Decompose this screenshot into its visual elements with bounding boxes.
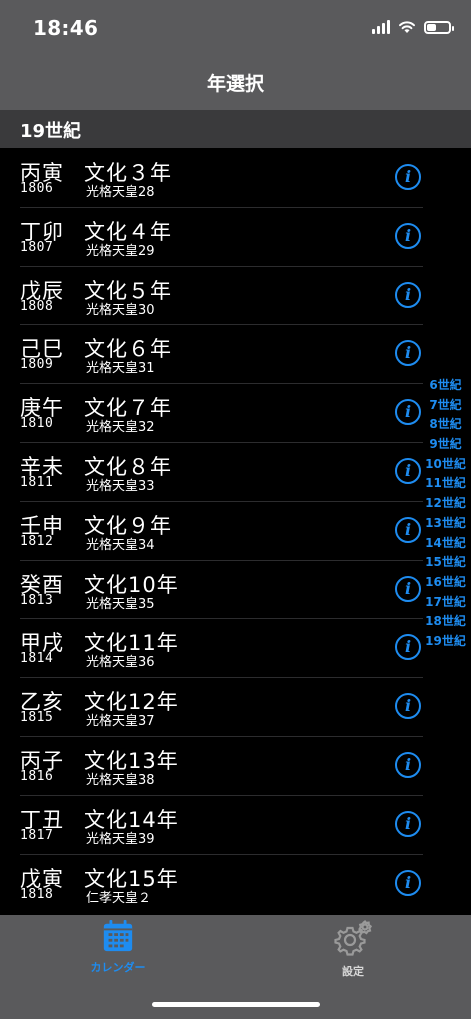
- section-index-item[interactable]: 12世紀: [425, 494, 466, 514]
- tab-settings-label: 設定: [342, 965, 364, 978]
- year-list[interactable]: 丙寅 1806 文化３年 光格天皇28 i 丁卯 1807 文化４年 光格天皇29 i 戊辰 1808…: [0, 148, 471, 915]
- gregorian-year: 1812: [20, 533, 54, 549]
- gregorian-year: 1808: [20, 298, 54, 314]
- info-circle-icon[interactable]: i: [395, 516, 421, 543]
- battery-icon: [424, 20, 454, 34]
- tab-calendar[interactable]: カレンダー: [58, 919, 178, 975]
- row-separator: [20, 206, 423, 208]
- gregorian-year: 1810: [20, 416, 54, 432]
- emperor-year: 光格天皇28: [86, 185, 155, 200]
- list-item[interactable]: 丙寅 1806 文化３年 光格天皇28 i: [0, 148, 471, 207]
- list-item[interactable]: 乙亥 1815 文化12年 光格天皇37 i: [0, 677, 471, 736]
- info-circle-icon[interactable]: i: [395, 164, 421, 190]
- tab-settings[interactable]: 設定: [293, 919, 413, 979]
- gear-icon: [334, 919, 373, 956]
- section-index-item[interactable]: 13世紀: [425, 514, 466, 534]
- section-index-item[interactable]: 9世紀: [429, 435, 461, 455]
- section-index-item[interactable]: 17世紀: [425, 593, 466, 613]
- status-time: 18:46: [33, 16, 99, 40]
- gregorian-year: 1816: [20, 769, 54, 784]
- section-index-item[interactable]: 16世紀: [425, 573, 466, 593]
- info-circle-icon[interactable]: i: [395, 281, 421, 308]
- list-item[interactable]: 壬申 1812 文化９年 光格天皇34 i: [0, 500, 471, 560]
- calendar-icon: [103, 919, 133, 952]
- cellular-signal-icon: [372, 20, 390, 34]
- section-index-item[interactable]: 15世紀: [425, 553, 466, 573]
- row-separator: [20, 500, 423, 502]
- section-index-item[interactable]: 10世紀: [425, 455, 466, 475]
- wifi-icon: [399, 21, 415, 33]
- list-item[interactable]: 庚午 1810 文化７年 光格天皇32 i: [0, 383, 471, 442]
- info-circle-icon[interactable]: i: [395, 575, 421, 602]
- tab-calendar-label: カレンダー: [90, 961, 146, 974]
- status-icons: [372, 20, 454, 34]
- section-title: 19世紀: [20, 121, 82, 142]
- gregorian-year: 1818: [20, 886, 54, 902]
- list-item[interactable]: 辛未 1811 文化８年 光格天皇33 i: [0, 442, 471, 501]
- row-separator: [20, 265, 423, 267]
- emperor-year: 光格天皇30: [86, 302, 155, 318]
- gregorian-year: 1813: [20, 592, 54, 608]
- list-item[interactable]: 丙子 1816 文化13年 光格天皇38 i: [0, 736, 471, 795]
- gregorian-year: 1806: [20, 181, 54, 196]
- gregorian-year: 1807: [20, 239, 54, 255]
- gregorian-year: 1811: [20, 475, 54, 490]
- info-circle-icon[interactable]: i: [395, 634, 421, 661]
- emperor-year: 光格天皇35: [86, 596, 155, 612]
- row-separator: [20, 853, 423, 855]
- section-index-item[interactable]: 8世紀: [429, 415, 461, 435]
- emperor-year: 光格天皇37: [86, 714, 155, 730]
- emperor-year: 仁孝天皇２: [86, 890, 152, 906]
- section-index-item[interactable]: 6世紀: [429, 376, 461, 396]
- row-separator: [20, 618, 423, 620]
- list-item[interactable]: 丁丑 1817 文化14年 光格天皇39 i: [0, 794, 471, 854]
- home-indicator[interactable]: [152, 1002, 320, 1007]
- info-circle-icon[interactable]: i: [395, 458, 421, 484]
- row-separator: [20, 383, 423, 385]
- row-separator: [20, 324, 423, 326]
- row-separator: [20, 559, 423, 561]
- section-index-item[interactable]: 7世紀: [429, 396, 461, 416]
- section-index-item[interactable]: 19世紀: [425, 632, 466, 652]
- section-index-item[interactable]: 11世紀: [425, 474, 466, 494]
- gregorian-year: 1815: [20, 710, 54, 726]
- emperor-year: 光格天皇39: [86, 831, 155, 847]
- info-circle-icon[interactable]: i: [395, 869, 421, 896]
- list-item[interactable]: 甲戌 1814 文化11年 光格天皇36 i: [0, 618, 471, 677]
- info-circle-icon[interactable]: i: [395, 752, 421, 778]
- info-circle-icon[interactable]: i: [395, 810, 421, 837]
- emperor-year: 光格天皇32: [86, 420, 155, 436]
- list-item[interactable]: 戊辰 1808 文化５年 光格天皇30 i: [0, 265, 471, 325]
- emperor-year: 光格天皇34: [86, 537, 155, 553]
- info-circle-icon[interactable]: i: [395, 399, 421, 426]
- info-circle-icon[interactable]: i: [395, 693, 421, 720]
- list-item[interactable]: 己巳 1809 文化６年 光格天皇31 i: [0, 324, 471, 383]
- list-item[interactable]: 戊寅 1818 文化15年 仁孝天皇２ i: [0, 853, 471, 913]
- emperor-year: 光格天皇29: [86, 243, 155, 259]
- list-item[interactable]: 癸酉 1813 文化10年 光格天皇35 i: [0, 559, 471, 619]
- section-header: 19世紀: [0, 110, 471, 148]
- info-circle-icon[interactable]: i: [395, 340, 421, 367]
- status-bar: 18:46: [0, 0, 471, 58]
- list-item[interactable]: 丁卯 1807 文化４年 光格天皇29 i: [0, 206, 471, 266]
- navigation-bar: 年選択: [0, 58, 471, 110]
- emperor-year: 光格天皇36: [86, 655, 155, 671]
- gregorian-year: 1814: [20, 651, 54, 667]
- section-index-item[interactable]: 18世紀: [425, 612, 466, 632]
- info-circle-icon[interactable]: i: [395, 222, 421, 249]
- gregorian-year: 1817: [20, 827, 54, 843]
- section-index[interactable]: 6世紀 7世紀 8世紀 9世紀 10世紀 11世紀 12世紀 13世紀 14世紀 15世紀 16世紀…: [420, 376, 471, 652]
- section-index-item[interactable]: 14世紀: [425, 534, 466, 554]
- row-separator: [20, 794, 423, 796]
- row-separator: [20, 442, 423, 443]
- page-title: 年選択: [206, 73, 264, 95]
- emperor-year: 光格天皇38: [86, 773, 155, 788]
- gregorian-year: 1809: [20, 357, 54, 373]
- row-separator: [20, 677, 423, 679]
- row-separator: [20, 736, 423, 737]
- emperor-year: 光格天皇33: [86, 479, 155, 494]
- emperor-year: 光格天皇31: [86, 361, 155, 377]
